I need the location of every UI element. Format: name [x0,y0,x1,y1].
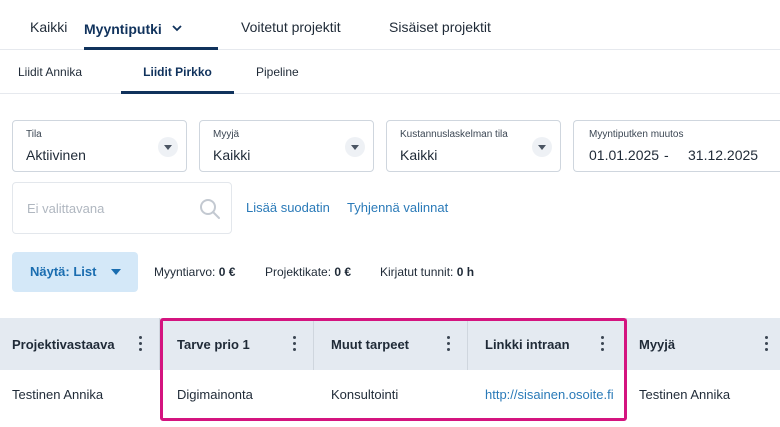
column-menu-icon[interactable] [139,336,143,352]
cell-linkki-intraan[interactable]: http://sisainen.osoite.fi [473,370,622,420]
search-input[interactable] [13,183,193,233]
summary-hours: Kirjatut tunnit: 0 h [380,265,474,279]
column-menu-icon[interactable] [447,336,451,352]
column-title: Muut tarpeet [331,337,409,352]
tab-label: Voitetut projektit [241,19,341,35]
caret-down-icon [111,269,121,275]
column-header-tarve-prio-1[interactable]: Tarve prio 1 [160,318,314,370]
tab-label: Sisäiset projektit [389,19,491,35]
table-row[interactable]: Testinen Annika Digimainonta Konsultoint… [0,370,780,420]
column-title: Projektivastaava [12,337,115,352]
filter-myyntiputken-muutos[interactable]: Myyntiputken muutos 01.01.2025 - 31.12.2… [573,120,780,172]
filter-tila[interactable]: Tila Aktiivinen [12,120,187,172]
subtab-liidit-annika[interactable]: Liidit Annika [18,50,82,94]
chevron-down-icon [172,0,182,54]
column-header-myyja[interactable]: Myyjä [627,318,780,370]
column-menu-icon[interactable] [765,336,769,352]
filter-kustannuslaskelman-tila[interactable]: Kustannuslaskelman tila Kaikki [386,120,561,172]
dropdown-caret-icon [532,137,552,157]
filter-label: Myyjä [213,129,240,140]
cell-projektivastaava: Testinen Annika [12,387,104,402]
filter-label: Kustannuslaskelman tila [400,129,508,140]
date-start[interactable]: 01.01.2025 [589,147,659,163]
tab-label: Myyntiputki [84,21,162,37]
subtab-label: Liidit Pirkko [143,65,212,79]
subtab-pipeline[interactable]: Pipeline [256,50,299,94]
filter-myyja[interactable]: Myyjä Kaikki [199,120,374,172]
summary-value: 0 h [456,265,475,279]
column-header-projektivastaava[interactable]: Projektivastaava [0,318,160,370]
view-mode-label: Näytä: List [30,264,97,279]
cell-muut-tarpeet: Konsultointi [331,387,399,402]
sub-tabs: Liidit Annika Liidit Pirkko Pipeline [0,50,780,94]
column-title: Myyjä [639,337,676,352]
dropdown-caret-icon [345,137,365,157]
clear-selections-link[interactable]: Tyhjennä valinnat [347,200,448,215]
date-end[interactable]: 31.12.2025 [688,147,758,163]
dropdown-caret-icon [158,137,178,157]
summary-margin: Projektikate: 0 € [265,265,351,279]
add-filter-link[interactable]: Lisää suodatin [246,200,330,215]
summary-value: 0 € [334,265,352,279]
summary-label: Myyntiarvo: [154,265,216,279]
column-title: Linkki intraan [485,337,570,352]
view-mode-button[interactable]: Näytä: List [12,252,138,292]
tab-myyntiputki[interactable]: Myyntiputki [84,0,218,50]
cell-tarve-prio-1: Digimainonta [177,387,253,402]
search-icon[interactable] [199,198,221,220]
summary-label: Kirjatut tunnit: [380,265,454,279]
subtab-label: Pipeline [256,65,299,79]
column-menu-icon[interactable] [601,336,605,352]
column-header-linkki-intraan[interactable]: Linkki intraan [468,318,627,370]
tab-label: Kaikki [30,19,68,35]
tab-sisaiset-projektit[interactable]: Sisäiset projektit [389,0,491,50]
summary-sales: Myyntiarvo: 0 € [154,265,235,279]
filter-label: Tila [26,129,42,140]
column-menu-icon[interactable] [293,336,297,352]
date-separator: - [664,147,669,163]
subtab-liidit-pirkko[interactable]: Liidit Pirkko [121,50,234,94]
top-tabs: Kaikki Myyntiputki Voitetut projektit Si… [0,0,780,50]
column-header-muut-tarpeet[interactable]: Muut tarpeet [314,318,468,370]
filter-value: Kaikki [400,147,438,163]
cell-myyja: Testinen Annika [639,387,731,402]
summary-label: Projektikate: [265,265,332,279]
tab-kaikki[interactable]: Kaikki [30,0,67,50]
subtab-label: Liidit Annika [18,65,83,79]
filter-value: Aktiivinen [26,147,86,163]
filter-value: Kaikki [213,147,251,163]
filter-label: Myyntiputken muutos [589,129,684,140]
tab-voitetut-projektit[interactable]: Voitetut projektit [241,0,341,50]
summary-value: 0 € [218,265,236,279]
search-box [12,182,232,234]
table-header: Projektivastaava Tarve prio 1 Muut tarpe… [0,318,780,370]
column-title: Tarve prio 1 [177,337,250,352]
